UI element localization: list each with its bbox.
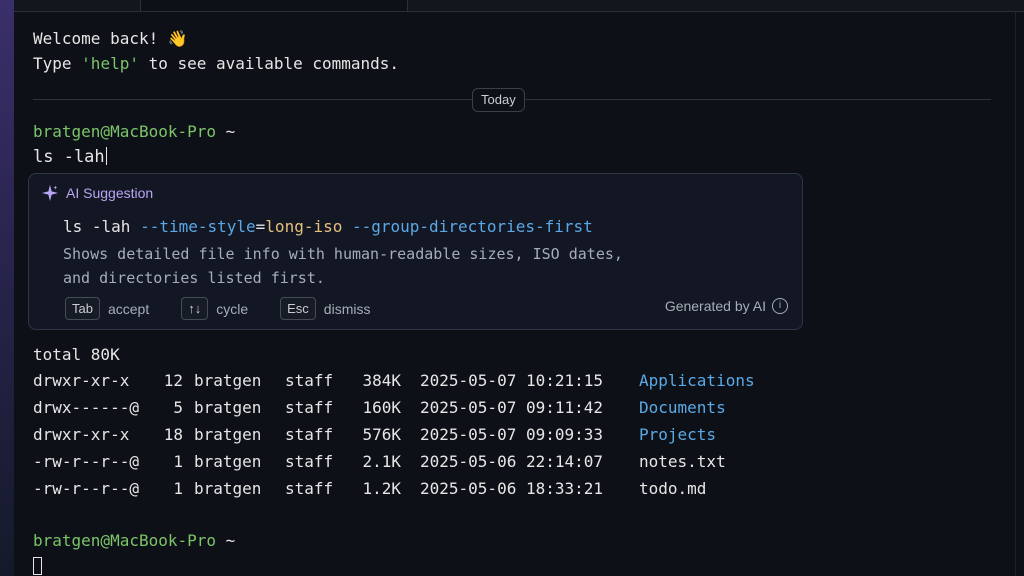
active-tab[interactable] [140,0,408,11]
tab-bar [14,0,1024,12]
help-hint-line: Type 'help' to see available commands. [33,54,400,73]
permissions: -rw-r--r--@ [33,452,139,471]
permissions: drwx------@ [33,398,139,417]
owner: bratgen [194,425,262,444]
dismiss-hint: dismiss [323,300,371,317]
ai-suggestion-title: AI Suggestion [66,185,154,201]
info-icon[interactable]: i [772,298,788,314]
prompt-user-host: bratgen@MacBook-Pro [33,122,217,141]
file-size: 576K [362,425,401,444]
prompt-line-2: bratgen@MacBook-Pro ~ [33,531,235,551]
permissions: drwxr-xr-x [33,371,130,390]
owner: bratgen [194,479,262,498]
scrollbar-track[interactable] [1015,11,1016,576]
help-keyword: 'help' [81,54,139,73]
prompt-dir: ~ [225,122,236,141]
text-cursor [105,147,107,165]
window-edge-glow [0,0,14,576]
command-text: ls -lah [33,147,105,167]
group: staff [285,425,334,444]
file-size: 160K [362,398,401,417]
prompt-dir: ~ [225,531,236,550]
group: staff [285,452,334,471]
keyboard-hints: Tab accept ↑↓ cycle Esc dismiss [65,297,370,320]
generated-label: Generated by AI [664,298,766,314]
tab-key[interactable]: Tab [65,297,100,320]
file-name[interactable]: Projects [639,424,716,446]
prompt-line: bratgen@MacBook-Pro ~ [33,122,235,142]
permissions: drwxr-xr-x [33,425,130,444]
group: staff [285,479,334,498]
command-input[interactable]: ls -lah [33,147,107,167]
welcome-line: Welcome back! 👋 [33,29,188,48]
suggestion-description: Shows detailed file info with human-read… [63,245,623,287]
file-size: 1.2K [362,479,401,498]
link-count: 1 [173,479,183,498]
ai-suggestion-panel[interactable]: AI Suggestion ls -lah --time-style=long-… [28,173,803,330]
generated-by-ai: Generated by AI i [665,298,788,314]
sparkle-icon [41,184,59,202]
file-size: 2.1K [362,452,401,471]
esc-key[interactable]: Esc [280,297,316,320]
link-count: 18 [163,425,183,444]
modified-date: 2025-05-06 22:14:07 [420,452,604,471]
owner: bratgen [194,452,262,471]
table-row: drwx------@ 5 bratgen staff 160K 2025-05-07 0… [33,397,793,419]
listing-total: total 80K [33,345,120,364]
file-name[interactable]: Documents [639,397,726,419]
block-cursor [33,557,42,575]
modified-date: 2025-05-07 09:11:42 [420,398,604,417]
arrow-keys[interactable]: ↑↓ [181,297,209,320]
table-row: drwxr-xr-x 12 bratgen staff 384K 2025-05-07 1… [33,370,793,392]
prompt-user-host: bratgen@MacBook-Pro [33,531,217,550]
ai-suggestion-header: AI Suggestion [41,184,153,202]
accept-hint: accept [107,300,150,317]
file-name: notes.txt [639,452,726,471]
group: staff [285,398,334,417]
cycle-hint: cycle [216,300,249,317]
table-row: -rw-r--r--@ 1 bratgen staff 2.1K 2025-05-06 2… [33,451,793,473]
modified-date: 2025-05-07 10:21:15 [420,371,604,390]
link-count: 1 [173,452,183,471]
modified-date: 2025-05-06 18:33:21 [420,479,604,498]
owner: bratgen [194,371,262,390]
modified-date: 2025-05-07 09:09:33 [420,425,604,444]
link-count: 5 [173,398,183,417]
file-size: 384K [362,371,401,390]
table-row: drwxr-xr-x 18 bratgen staff 576K 2025-05-07 0… [33,424,793,446]
file-name[interactable]: Applications [639,370,755,392]
suggested-command[interactable]: ls -lah --time-style=long-iso --group-di… [63,217,593,236]
date-divider-label: Today [472,88,525,112]
file-name: todo.md [639,479,707,498]
group: staff [285,371,334,390]
owner: bratgen [194,398,262,417]
link-count: 12 [163,371,183,390]
permissions: -rw-r--r--@ [33,479,139,498]
table-row: -rw-r--r--@ 1 bratgen staff 1.2K 2025-05-06 1… [33,478,793,500]
